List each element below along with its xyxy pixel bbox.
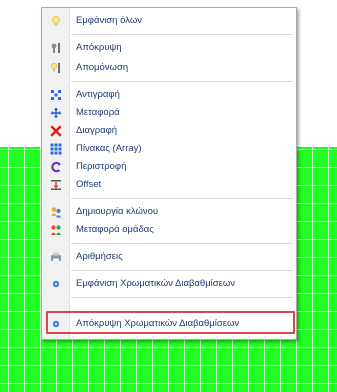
menu-item-label: Διαγραφή xyxy=(76,125,118,136)
selection-highlight-frame xyxy=(46,311,295,334)
menu-item-delete[interactable]: Διαγραφή xyxy=(42,122,296,140)
clone-icon xyxy=(50,206,62,218)
menu-item-label: Αντιγραφή xyxy=(76,89,120,100)
menu-item-array[interactable]: Πίνακας (Array) xyxy=(42,140,296,158)
menu-item-create-clone[interactable]: Δημιουργία κλώνου xyxy=(42,203,296,221)
group-move-icon xyxy=(50,224,62,236)
menu-item-label: Εμφάνιση Χρωματικών Διαβαθμίσεων xyxy=(76,278,236,289)
menu-item-label: Περιστροφή xyxy=(76,161,127,172)
menu-separator xyxy=(71,297,293,298)
menu-item-show-color-gradients[interactable]: Εμφάνιση Χρωματικών Διαβαθμίσεων xyxy=(42,275,296,293)
menu-item-label: Αριθμήσεις xyxy=(76,251,123,262)
menu-item-isolate[interactable]: Απομόνωση xyxy=(42,59,296,77)
menu-item-label: Απόκρυψη xyxy=(76,42,122,53)
menu-item-label: Δημιουργία κλώνου xyxy=(76,206,159,217)
menu-item-offset[interactable]: Offset xyxy=(42,176,296,194)
menu-item-move[interactable]: Μεταφορά xyxy=(42,104,296,122)
show-gradients-icon xyxy=(50,278,62,290)
menu-item-label: Εμφάνιση όλων xyxy=(76,15,142,26)
menu-item-move-group[interactable]: Μεταφορά ομάδας xyxy=(42,221,296,239)
menu-item-rotate[interactable]: Περιστροφή xyxy=(42,158,296,176)
move-icon xyxy=(50,107,62,119)
menu-item-show-all[interactable]: Εμφάνιση όλων xyxy=(42,12,296,30)
rotate-icon xyxy=(50,161,62,173)
offset-icon xyxy=(50,179,62,191)
menu-item-label: Μεταφορά xyxy=(76,107,120,118)
copy-icon xyxy=(50,89,62,101)
bulb-icon xyxy=(50,15,62,27)
menu-separator xyxy=(71,34,293,35)
hide-icon xyxy=(50,42,62,54)
context-menu: Εμφάνιση όλων Απόκρυψη Απομόνωση Αντιγρα… xyxy=(41,7,297,340)
menu-item-hide[interactable]: Απόκρυψη xyxy=(42,39,296,57)
menu-separator xyxy=(71,243,293,244)
array-icon xyxy=(50,143,62,155)
menu-item-copy[interactable]: Αντιγραφή xyxy=(42,86,296,104)
numbering-icon xyxy=(50,251,62,263)
menu-separator xyxy=(71,198,293,199)
menu-item-label: Απομόνωση xyxy=(76,62,129,73)
menu-separator xyxy=(71,270,293,271)
delete-icon xyxy=(50,125,62,137)
menu-item-label: Offset xyxy=(76,179,102,190)
menu-separator xyxy=(71,81,293,82)
menu-item-label: Πίνακας (Array) xyxy=(76,143,142,154)
menu-item-numbering[interactable]: Αριθμήσεις xyxy=(42,248,296,266)
menu-item-label: Μεταφορά ομάδας xyxy=(76,224,154,235)
isolate-icon xyxy=(50,62,62,74)
